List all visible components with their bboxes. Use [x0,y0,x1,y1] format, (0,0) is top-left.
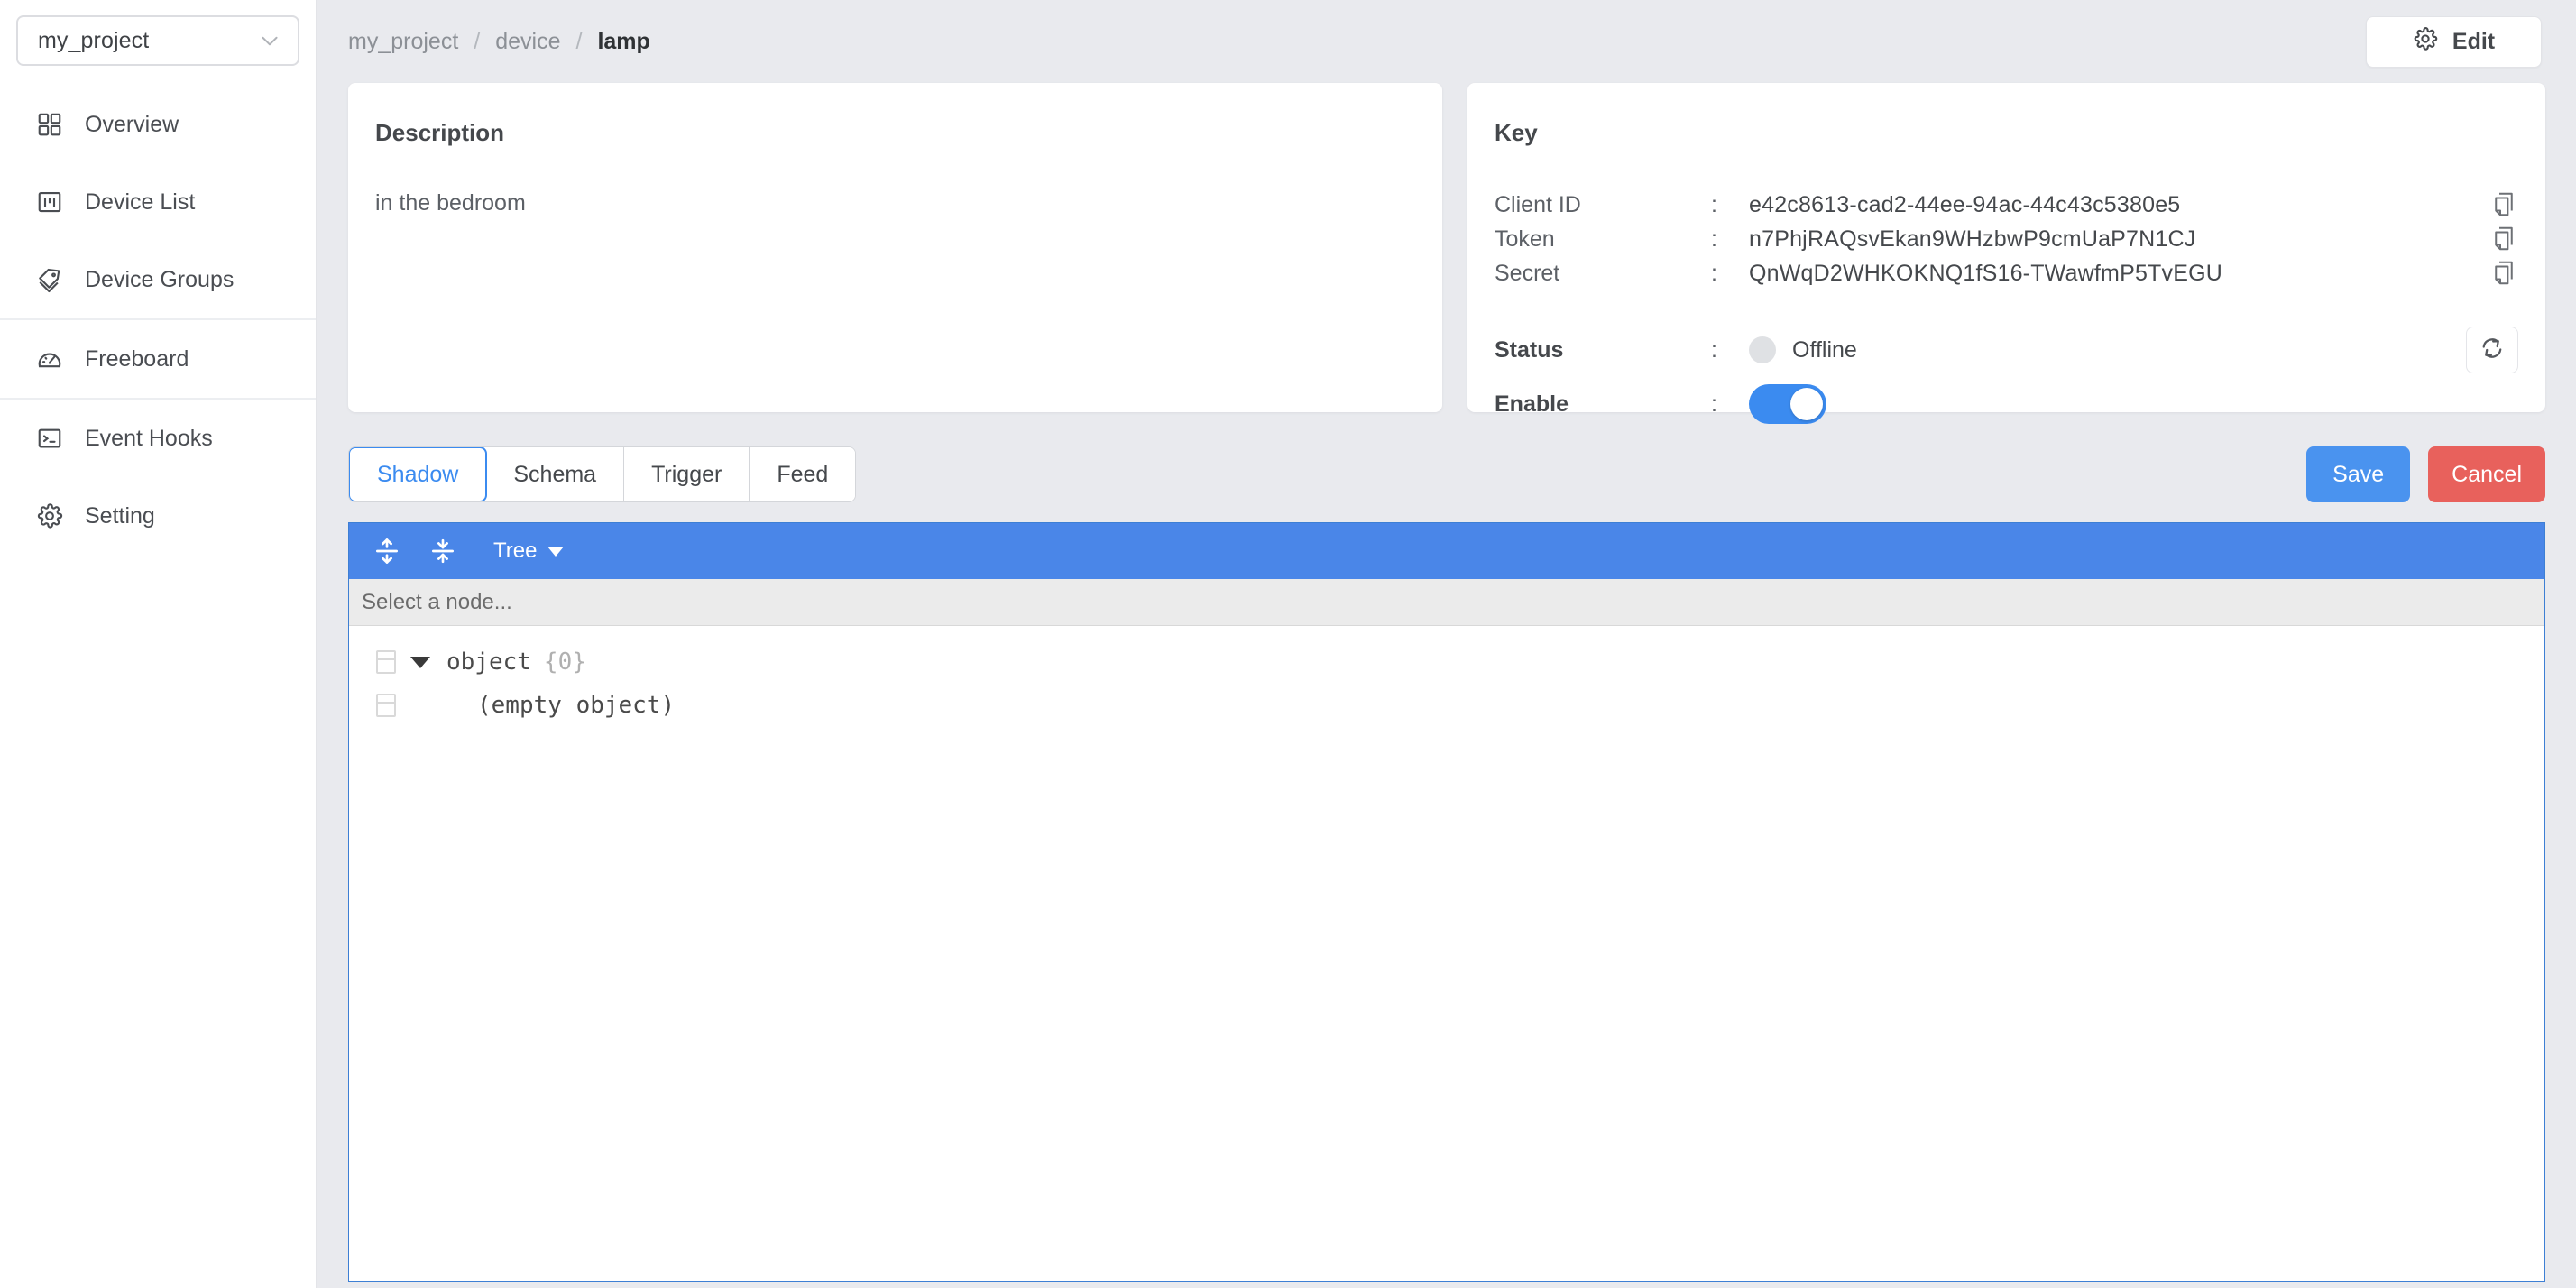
sidebar-item-overview[interactable]: Overview [0,86,316,163]
sidebar-item-device-groups[interactable]: Device Groups [0,241,316,318]
grid-icon [36,111,63,138]
cards-row: Description in the bedroom Key Client ID… [317,83,2576,424]
gear-icon [36,502,63,529]
copy-icon[interactable] [2489,190,2518,219]
description-text: in the bedroom [375,190,526,216]
sidebar-item-label: Freeboard [85,345,189,372]
tree-row-empty[interactable]: (empty object) [349,684,2544,727]
collapse-all-icon[interactable] [425,533,461,569]
project-selector-value: my_project [38,27,150,53]
enable-colon: : [1711,391,1717,417]
edit-button[interactable]: Edit [2366,15,2542,68]
key-row-secret: Secret : QnWqD2WHKOKNQ1fS16-TWawfmP5TvEG… [1495,256,2518,290]
enable-row: Enable : [1495,377,2518,431]
json-editor: Tree Select a node... object {0} (empty … [348,522,2545,1282]
sidebar-item-label: Event Hooks [85,425,213,451]
sidebar: my_project Overview Device List Device G… [0,0,317,1288]
tab-schema[interactable]: Schema [486,447,625,501]
tab-row: Shadow Schema Trigger Feed Save Cancel [317,446,2576,502]
editor-mode-selector[interactable]: Tree [493,538,565,564]
tag-icon [36,266,63,293]
sidebar-item-event-hooks[interactable]: Event Hooks [0,400,316,477]
description-title: Description [375,119,505,146]
toggle-knob [1790,388,1823,420]
tree-row-root[interactable]: object {0} [349,640,2544,684]
edit-button-label: Edit [2452,28,2496,54]
breadcrumb-item-current: lamp [597,28,650,54]
sidebar-item-freeboard[interactable]: Freeboard [0,320,316,398]
topbar: my_project / device / lamp Edit [317,0,2576,83]
tree-node-count: {0} [543,649,586,676]
key-colon: : [1711,225,1717,252]
tree-node-label: object [446,649,531,676]
json-tree: object {0} (empty object) [349,626,2544,727]
tab-group: Shadow Schema Trigger Feed [348,446,857,502]
gear-icon [2413,26,2438,58]
sidebar-item-label: Device Groups [85,266,235,292]
breadcrumb-separator: / [575,28,583,54]
sidebar-item-label: Setting [85,502,155,529]
chevron-down-icon [258,29,281,52]
caret-down-icon [547,546,565,557]
status-row: Status : Offline [1495,323,2518,377]
enable-label: Enable [1495,391,1569,417]
enable-toggle[interactable] [1749,384,1826,424]
kanban-icon [36,189,63,216]
tree-node-empty-label: (empty object) [477,692,676,719]
key-card: Key Client ID : e42c8613-cad2-44ee-94ac-… [1467,83,2545,424]
key-label: Client ID [1495,191,1581,217]
status-indicator-dot [1749,336,1776,363]
status-label: Status [1495,336,1564,363]
refresh-icon [2479,335,2506,366]
key-title: Key [1495,119,1538,146]
key-label: Secret [1495,260,1560,286]
app-root: my_project Overview Device List Device G… [0,0,2576,1288]
copy-icon[interactable] [2489,259,2518,288]
breadcrumb-item-project[interactable]: my_project [348,29,458,55]
save-button[interactable]: Save [2306,446,2411,502]
key-value-token: n7PhjRAQsvEkan9WHzbwP9cmUaP7N1CJ [1749,225,2196,252]
key-label: Token [1495,225,1555,252]
drag-handle-icon[interactable] [376,694,396,717]
key-value-secret: QnWqD2WHKOKNQ1fS16-TWawfmP5TvEGU [1749,260,2223,286]
tab-shadow[interactable]: Shadow [349,447,488,501]
expand-all-icon[interactable] [369,533,405,569]
main-content: my_project / device / lamp Edit Descript… [317,0,2576,1288]
description-card: Description in the bedroom [348,83,1442,412]
breadcrumb-separator: / [474,28,481,54]
caret-down-icon[interactable] [410,656,430,668]
tab-trigger[interactable]: Trigger [624,447,750,501]
breadcrumb: my_project / device / lamp [348,29,650,55]
key-colon: : [1711,260,1717,286]
json-editor-toolbar: Tree [349,523,2544,579]
gauge-icon [36,345,63,373]
project-selector[interactable]: my_project [16,15,299,66]
tab-feed[interactable]: Feed [750,447,856,501]
sidebar-item-label: Overview [85,111,179,137]
selected-node-bar: Select a node... [349,579,2544,626]
key-row-token: Token : n7PhjRAQsvEkan9WHzbwP9cmUaP7N1CJ [1495,222,2518,256]
action-buttons: Save Cancel [2306,446,2545,502]
cancel-button[interactable]: Cancel [2428,446,2545,502]
status-colon: : [1711,336,1717,363]
sidebar-item-setting[interactable]: Setting [0,477,316,555]
sidebar-item-label: Device List [85,189,196,215]
sidebar-nav: Overview Device List Device Groups Freeb… [0,86,316,555]
sidebar-item-device-list[interactable]: Device List [0,163,316,241]
terminal-icon [36,425,63,452]
copy-icon[interactable] [2489,225,2518,253]
drag-handle-icon[interactable] [376,650,396,674]
key-row-client-id: Client ID : e42c8613-cad2-44ee-94ac-44c4… [1495,188,2518,222]
selected-node-text: Select a node... [362,589,512,614]
editor-mode-label: Tree [493,538,538,563]
refresh-button[interactable] [2466,327,2518,373]
key-value-client-id: e42c8613-cad2-44ee-94ac-44c43c5380e5 [1749,191,2181,217]
key-colon: : [1711,191,1717,217]
status-badge: Offline [1792,336,1857,363]
key-values: Client ID : e42c8613-cad2-44ee-94ac-44c4… [1495,188,2518,431]
breadcrumb-item-device[interactable]: device [495,29,560,55]
